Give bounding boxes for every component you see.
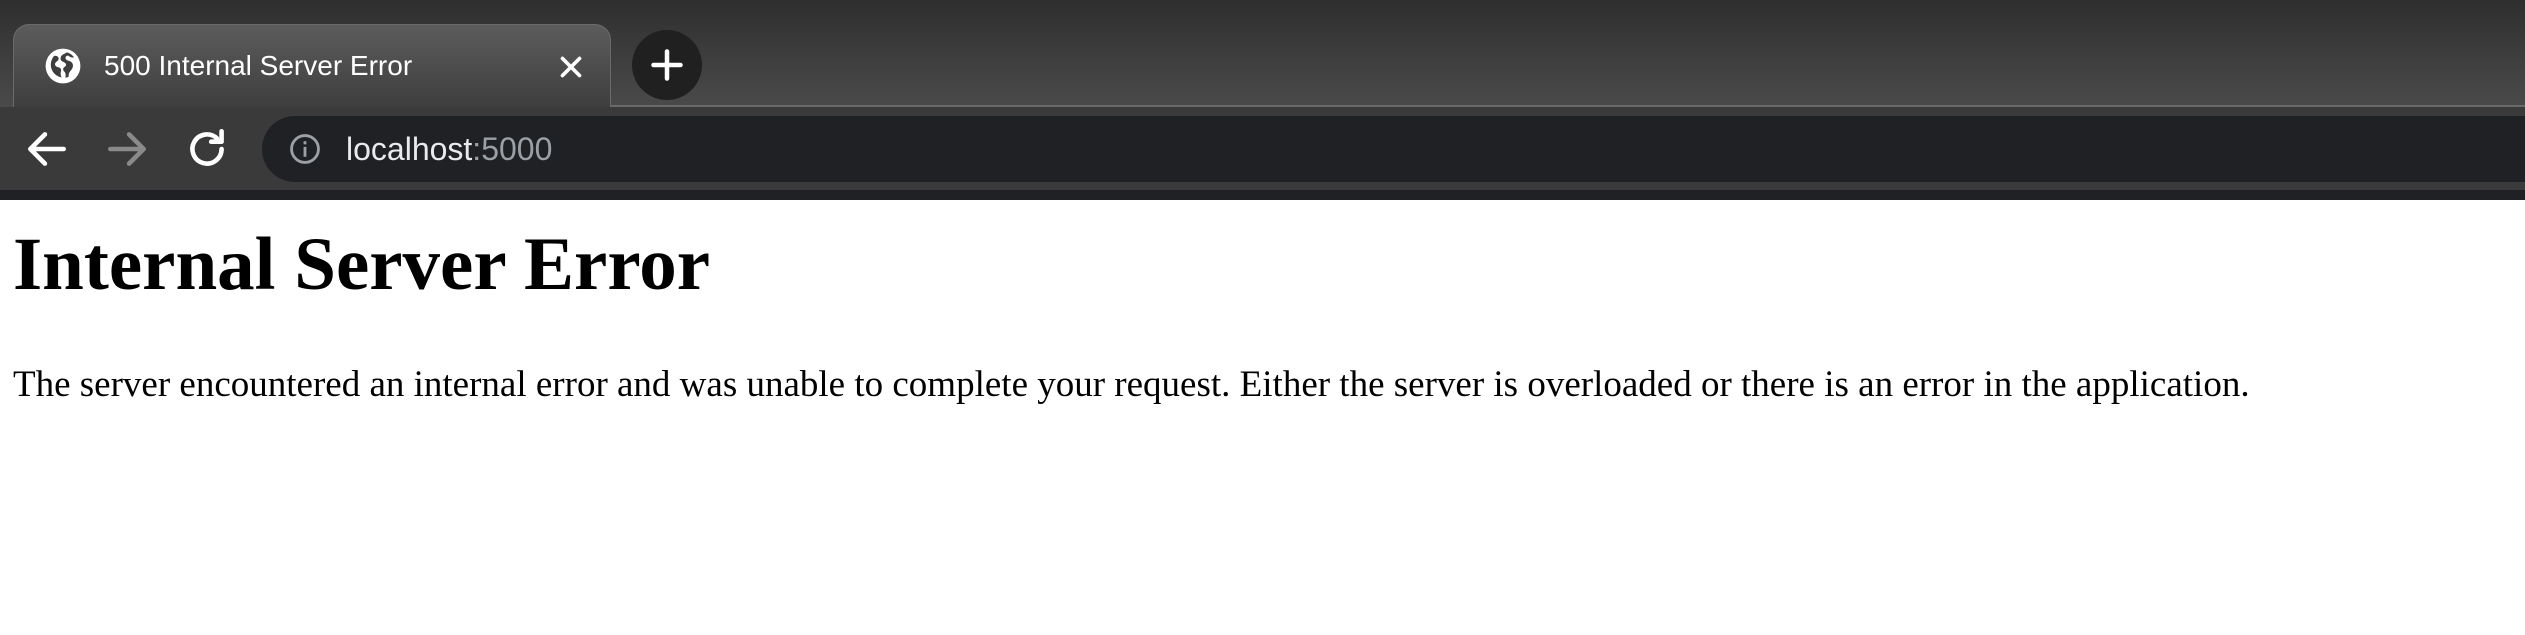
new-tab-button[interactable] xyxy=(632,30,702,100)
page-content: Internal Server Error The server encount… xyxy=(0,200,2525,635)
url-host: localhost xyxy=(346,131,473,167)
forward-arrow-icon[interactable] xyxy=(102,124,152,174)
toolbar-bottom-border xyxy=(0,190,2525,200)
url-port: :5000 xyxy=(472,131,553,167)
reload-icon[interactable] xyxy=(182,124,232,174)
globe-icon xyxy=(44,47,82,85)
url-text[interactable]: localhost:5000 xyxy=(346,116,552,182)
error-message: The server encountered an internal error… xyxy=(13,364,2250,405)
close-icon[interactable] xyxy=(554,50,588,84)
tab-active[interactable]: 500 Internal Server Error xyxy=(13,24,611,107)
page-title: Internal Server Error xyxy=(13,223,711,306)
tab-title: 500 Internal Server Error xyxy=(104,50,413,81)
address-bar[interactable]: localhost:5000 xyxy=(262,116,2525,182)
browser-window: 500 Internal Server Error localhost:5000… xyxy=(0,0,2525,635)
info-icon[interactable] xyxy=(288,132,322,166)
browser-toolbar: localhost:5000 xyxy=(0,107,2525,190)
tab-strip: 500 Internal Server Error xyxy=(0,0,2525,107)
back-arrow-icon[interactable] xyxy=(22,124,72,174)
